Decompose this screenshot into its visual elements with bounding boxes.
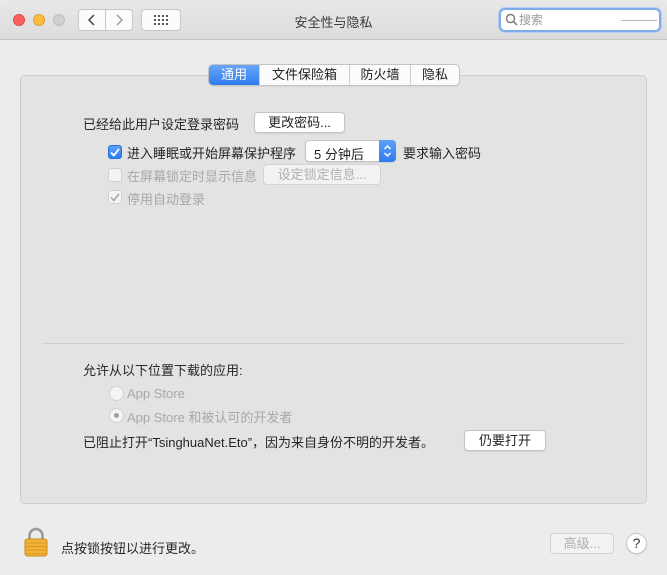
title-bar: 安全性与隐私	[0, 0, 667, 40]
allow-downloads-title: 允许从以下位置下载的应用:	[83, 363, 243, 378]
password-delay-value: 5 分钟后	[314, 147, 364, 162]
tab-bar: 通用 文件保险箱 防火墙 隐私	[208, 64, 460, 86]
search-icon	[505, 13, 518, 26]
set-lock-message-button[interactable]: 设定锁定信息...	[263, 164, 381, 185]
radio-app-store[interactable]	[109, 386, 124, 401]
radio-app-store-identified-label: App Store 和被认可的开发者	[127, 410, 293, 425]
tab-firewall[interactable]: 防火墙	[349, 65, 410, 85]
checkmark-icon	[110, 147, 120, 157]
password-set-label: 已经给此用户设定登录密码	[83, 117, 240, 132]
blocked-app-message: 已阻止打开“TsinghuaNet.Eto”，因为来自身份不明的开发者。	[83, 435, 435, 450]
lock-message-label: 在屏幕锁定时显示信息	[127, 169, 258, 184]
search-input[interactable]	[519, 11, 619, 29]
tab-filevault[interactable]: 文件保险箱	[259, 65, 349, 85]
lock-message-checkbox[interactable]	[108, 168, 122, 182]
open-anyway-button[interactable]: 仍要打开	[464, 430, 546, 451]
require-password-label: 要求输入密码	[403, 146, 482, 161]
popup-arrows-icon	[379, 140, 396, 162]
search-field[interactable]	[499, 8, 661, 32]
radio-app-store-label: App Store	[127, 386, 185, 401]
lock-button[interactable]	[24, 527, 48, 560]
disable-autologin-label: 停用自动登录	[127, 192, 206, 207]
checkmark-icon	[110, 193, 120, 202]
disable-autologin-checkbox[interactable]	[108, 190, 122, 204]
advanced-button[interactable]: 高级...	[550, 533, 614, 554]
change-password-button[interactable]: 更改密码...	[254, 112, 345, 133]
password-delay-popup[interactable]: 5 分钟后	[305, 140, 396, 162]
sleep-checkbox-label: 进入睡眠或开始屏幕保护程序	[127, 146, 297, 161]
lock-icon	[24, 527, 48, 557]
require-password-checkbox[interactable]	[108, 145, 122, 159]
tab-privacy[interactable]: 隐私	[410, 65, 459, 85]
help-button[interactable]: ?	[626, 533, 647, 554]
tab-general[interactable]: 通用	[209, 65, 259, 85]
lock-instruction-text: 点按锁按钮以进行更改。	[61, 541, 205, 556]
search-underline	[621, 20, 657, 21]
section-divider	[42, 343, 625, 344]
radio-selected-dot	[114, 413, 119, 418]
radio-app-store-identified[interactable]	[109, 408, 124, 423]
